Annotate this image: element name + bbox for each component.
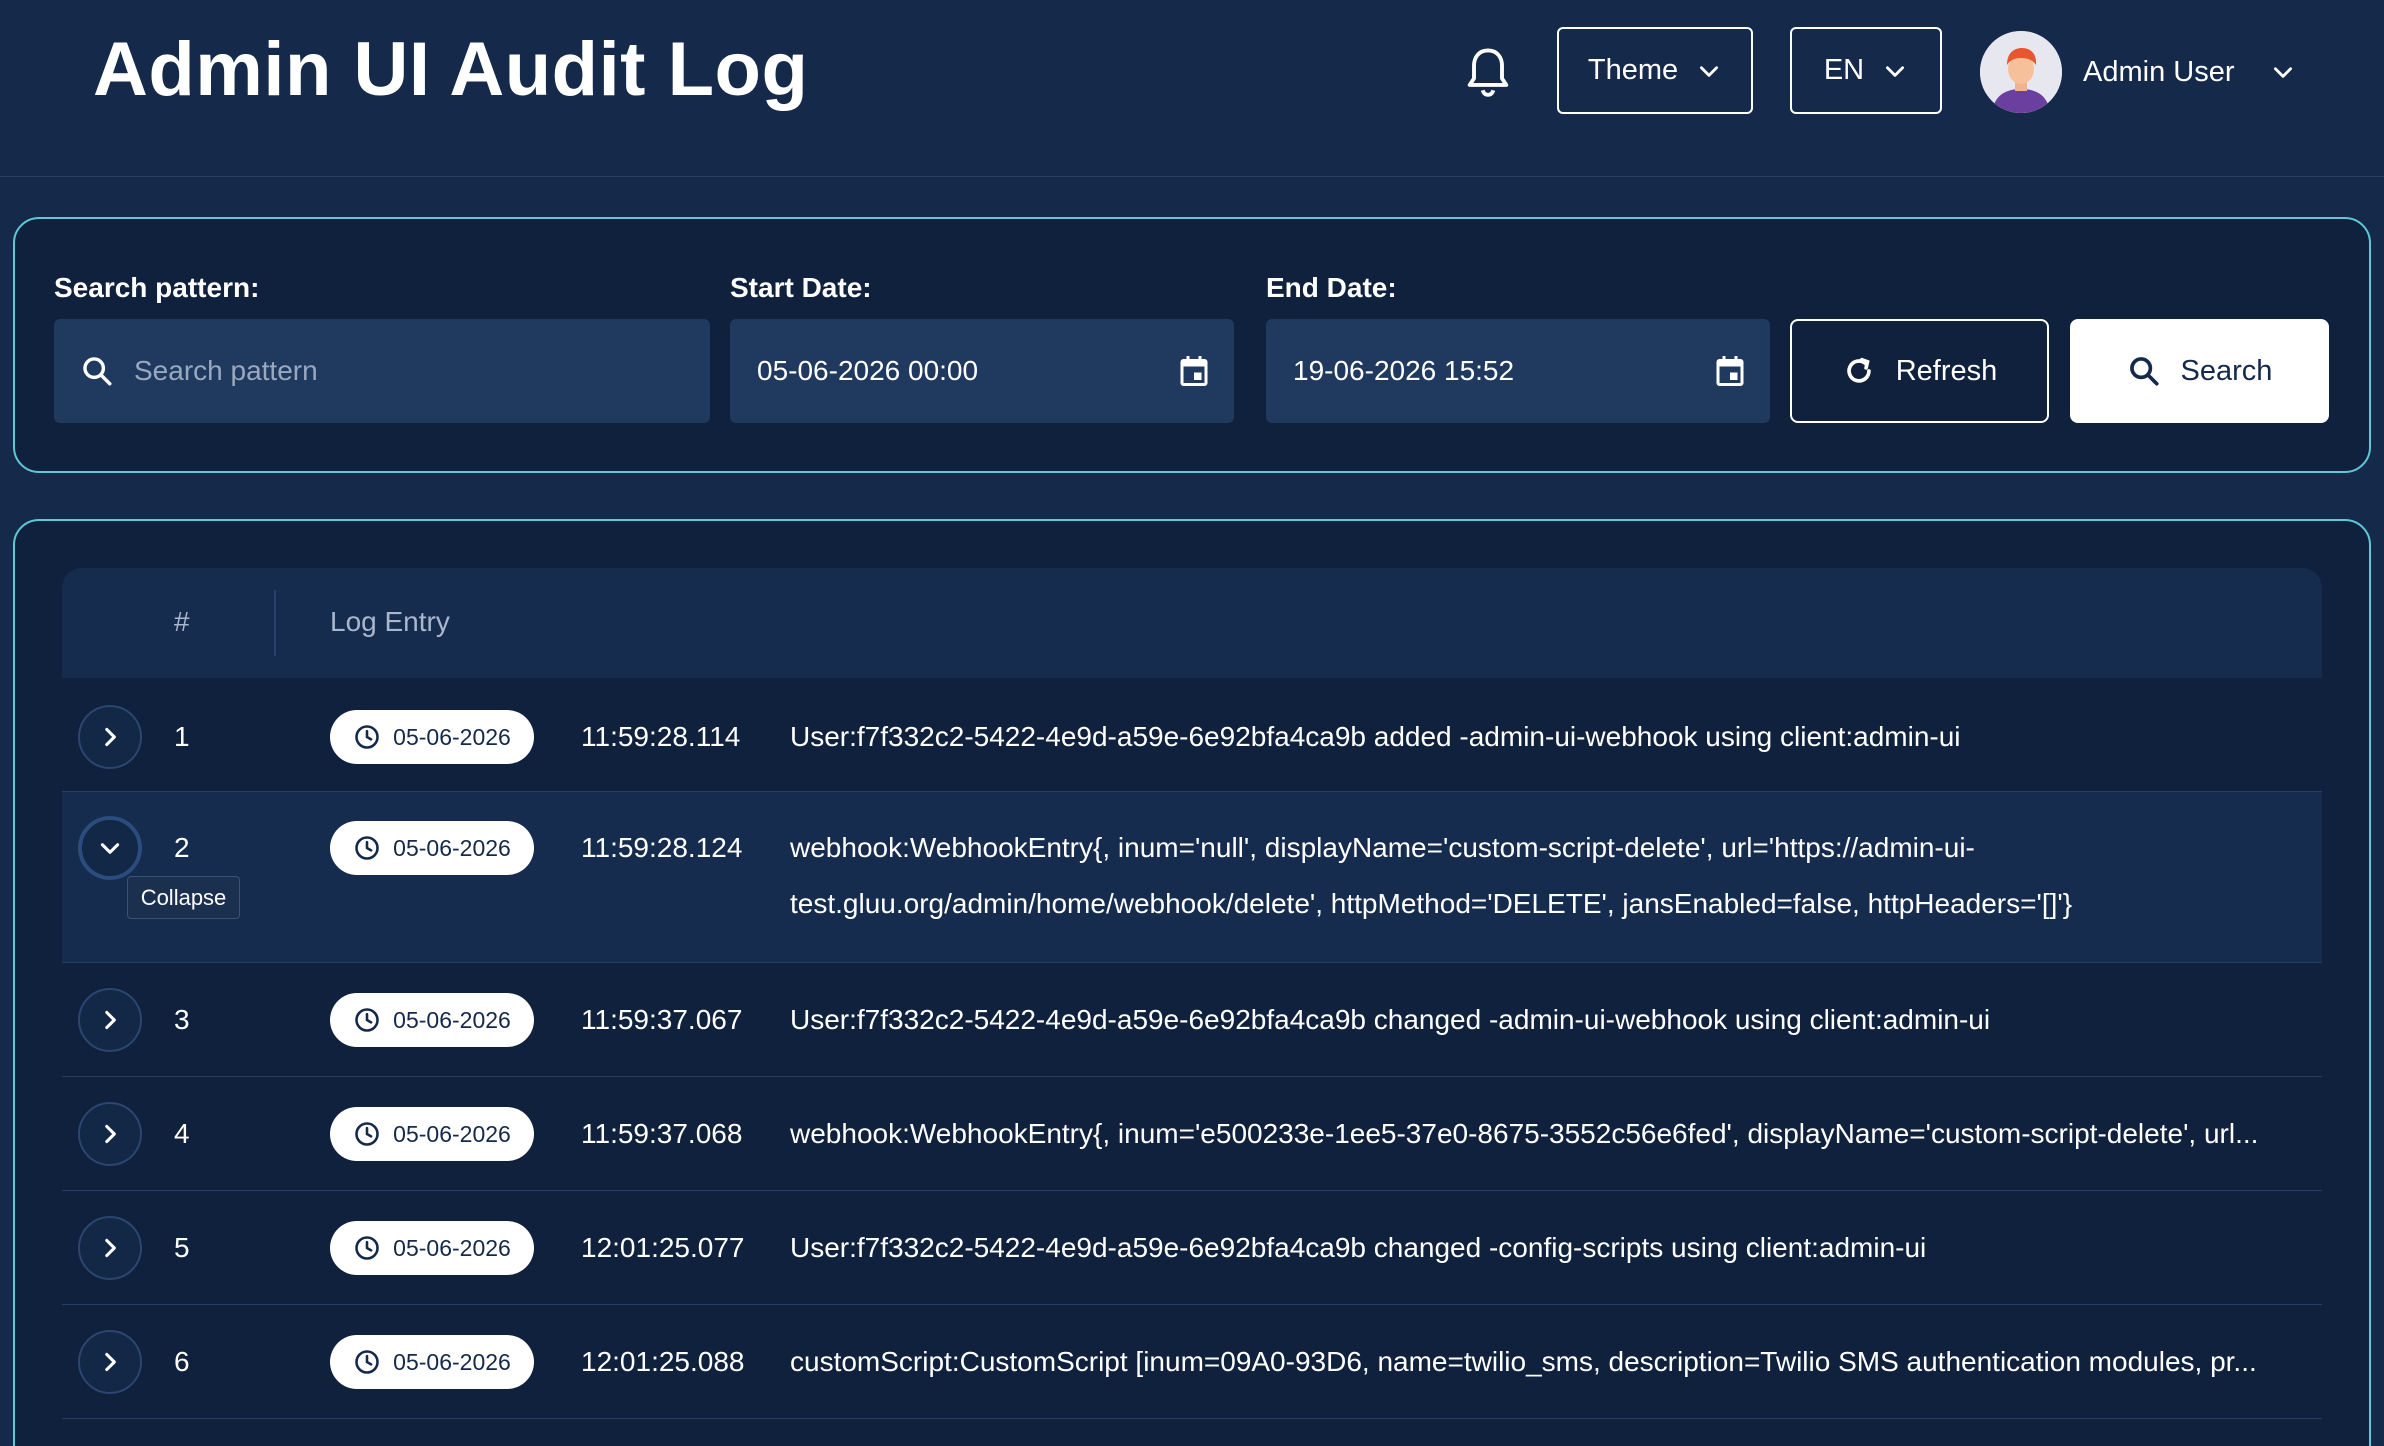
table-row: 2 05-06-2026 11:59:28.124 webhook:WebhookEn…: [62, 792, 2322, 963]
clock-icon: [355, 1122, 379, 1146]
chevron-right-icon: [105, 727, 116, 747]
table-row: 5 05-06-2026 12:01:25.077 User:f7f332c2-542…: [62, 1191, 2322, 1305]
chevron-right-icon: [105, 1238, 116, 1258]
clock-icon: [355, 1350, 379, 1374]
column-header-number: #: [174, 606, 190, 637]
audit-log-page: Admin UI Audit Log Theme EN Admin User S…: [0, 0, 2384, 1446]
row-log-message: User:f7f332c2-5422-4e9d-a59e-6e92bfa4ca9…: [790, 1232, 1927, 1263]
collapse-tooltip: Collapse: [127, 876, 240, 919]
row-number: 4: [174, 1118, 190, 1149]
chevron-down-icon: [100, 843, 120, 854]
row-log-message: webhook:WebhookEntry{, inum='null', disp…: [790, 832, 2073, 919]
expand-row-button[interactable]: [78, 1102, 142, 1166]
collapse-row-button[interactable]: [78, 816, 142, 880]
date-chip: 05-06-2026: [330, 821, 534, 875]
date-chip: 05-06-2026: [330, 710, 534, 764]
row-number: 5: [174, 1232, 190, 1263]
row-date: 05-06-2026: [393, 1120, 511, 1147]
user-menu[interactable]: Admin User: [1980, 31, 2296, 113]
user-name: Admin User: [2083, 55, 2235, 88]
row-time: 11:59:28.114: [581, 721, 741, 752]
row-time: 11:59:37.067: [581, 1004, 743, 1035]
chevron-right-icon: [105, 1124, 116, 1144]
column-divider[interactable]: [274, 590, 276, 656]
clock-icon: [355, 836, 379, 860]
expand-row-button[interactable]: [78, 1216, 142, 1280]
row-time: 11:59:28.124: [581, 832, 743, 863]
language-select-label: EN: [1823, 54, 1865, 86]
row-number: 2: [174, 832, 190, 863]
end-date-field[interactable]: 19-06-2026 15:52: [1266, 319, 1770, 423]
search-icon: [2129, 357, 2159, 386]
row-log-message: customScript:CustomScript [inum=09A0-93D…: [790, 1346, 2257, 1377]
row-date: 05-06-2026: [393, 1006, 511, 1033]
row-time: 11:59:37.068: [581, 1118, 743, 1149]
refresh-button[interactable]: Refresh: [1790, 319, 2049, 423]
table-row: 6 05-06-2026 12:01:25.088 customScript:Cust…: [62, 1305, 2322, 1419]
chevron-down-icon: [2273, 67, 2292, 78]
search-pattern-label: Search pattern:: [54, 272, 260, 303]
clock-icon: [355, 725, 379, 749]
refresh-icon: [1846, 357, 1871, 383]
language-select[interactable]: EN: [1790, 27, 1942, 114]
search-button-label: Search: [2180, 354, 2273, 387]
row-date: 05-06-2026: [393, 834, 511, 861]
expand-row-button[interactable]: [78, 988, 142, 1052]
row-log-message: User:f7f332c2-5422-4e9d-a59e-6e92bfa4ca9…: [790, 1004, 1991, 1035]
chevron-down-icon: [1700, 65, 1719, 77]
clock-icon: [355, 1008, 379, 1032]
date-chip: 05-06-2026: [330, 993, 534, 1047]
column-header-log-entry: Log Entry: [330, 606, 450, 637]
table-row: 3 05-06-2026 11:59:37.067 User:f7f332c2-542…: [62, 963, 2322, 1077]
start-date-label: Start Date:: [730, 272, 872, 303]
row-date: 05-06-2026: [393, 1348, 511, 1375]
chevron-down-icon: [1886, 65, 1905, 77]
app-header: Admin UI Audit Log Theme EN Admin User: [0, 0, 2384, 177]
date-chip: 05-06-2026: [330, 1107, 534, 1161]
row-date: 05-06-2026: [393, 1234, 511, 1261]
date-chip: 05-06-2026: [330, 1221, 534, 1275]
row-date: 05-06-2026: [393, 723, 511, 750]
refresh-button-label: Refresh: [1895, 354, 1998, 387]
end-date-label: End Date:: [1266, 272, 1397, 303]
start-date-value: 05-06-2026 00:00: [757, 355, 979, 386]
chevron-right-icon: [105, 1010, 116, 1030]
bell-icon[interactable]: [1462, 44, 1514, 100]
row-number: 3: [174, 1004, 190, 1035]
date-chip: 05-06-2026: [330, 1335, 534, 1389]
avatar: [1980, 31, 2062, 113]
calendar-icon[interactable]: [1176, 353, 1212, 389]
page-title: Admin UI Audit Log: [93, 27, 809, 112]
expand-row-button[interactable]: [78, 1330, 142, 1394]
theme-select-label: Theme: [1587, 54, 1679, 86]
chevron-right-icon: [105, 1352, 116, 1372]
row-log-message: webhook:WebhookEntry{, inum='e500233e-1e…: [790, 1118, 2259, 1149]
search-input[interactable]: Search pattern: [54, 319, 710, 423]
search-icon: [83, 357, 112, 386]
clock-icon: [355, 1236, 379, 1260]
row-number: 1: [174, 721, 190, 752]
table-row: 1 05-06-2026 11:59:28.114 User:f7f332c2-542…: [62, 681, 2322, 792]
row-time: 12:01:25.077: [581, 1232, 745, 1263]
row-time: 12:01:25.088: [581, 1346, 745, 1377]
start-date-field[interactable]: 05-06-2026 00:00: [730, 319, 1234, 423]
end-date-value: 19-06-2026 15:52: [1293, 355, 1515, 386]
table-header: # Log Entry: [62, 568, 2322, 678]
theme-select[interactable]: Theme: [1557, 27, 1753, 114]
search-button[interactable]: Search: [2070, 319, 2329, 423]
table-row: 4 05-06-2026 11:59:37.068 webhook:WebhookEn…: [62, 1077, 2322, 1191]
row-number: 6: [174, 1346, 190, 1377]
expand-row-button[interactable]: [78, 705, 142, 769]
search-placeholder: Search pattern: [134, 355, 318, 386]
calendar-icon[interactable]: [1712, 353, 1748, 389]
row-log-message: User:f7f332c2-5422-4e9d-a59e-6e92bfa4ca9…: [790, 721, 1961, 752]
